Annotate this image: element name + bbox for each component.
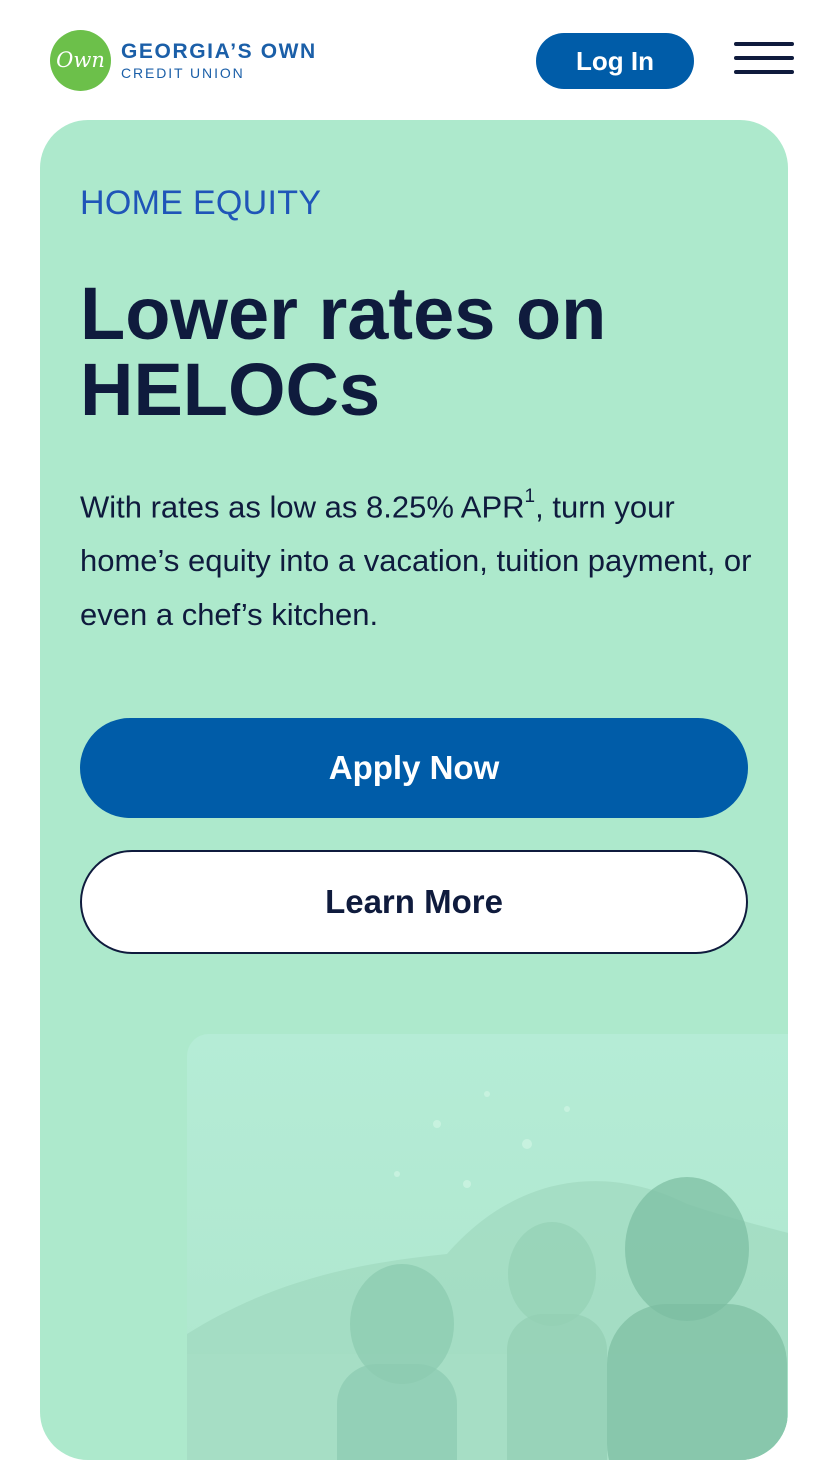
logo-name-line1: GEORGIA’S OWN: [121, 39, 317, 63]
menu-bar-bottom: [734, 70, 794, 74]
menu-bar-top: [734, 42, 794, 46]
learn-more-button[interactable]: Learn More: [80, 850, 748, 954]
logo-wordmark: GEORGIA’S OWN CREDIT UNION: [121, 41, 317, 80]
footnote-marker[interactable]: 1: [525, 486, 536, 507]
apply-now-button[interactable]: Apply Now: [80, 718, 748, 818]
menu-bar-middle: [734, 56, 794, 60]
own-logo-badge-icon: Own: [50, 29, 111, 91]
georgias-own-logo[interactable]: Own GEORGIA’S OWN CREDIT UNION: [50, 29, 317, 91]
family-splashing-photo: [187, 1034, 788, 1460]
eyebrow-label: HOME EQUITY: [80, 184, 322, 222]
hero-description: With rates as low as 8.25% APR1, turn yo…: [80, 474, 760, 642]
hero-headline: Lower rates on HELOCs: [80, 272, 607, 431]
description-lead: With rates as low as 8.25% APR: [80, 489, 525, 525]
hero-card: HOME EQUITY Lower rates on HELOCs With r…: [40, 120, 788, 1460]
photo-illustration: [187, 1091, 788, 1460]
site-header: Own GEORGIA’S OWN CREDIT UNION Log In: [0, 0, 828, 120]
log-in-button[interactable]: Log In: [536, 33, 694, 89]
hamburger-menu-icon[interactable]: [734, 42, 794, 76]
logo-name-line2: CREDIT UNION: [121, 64, 245, 81]
